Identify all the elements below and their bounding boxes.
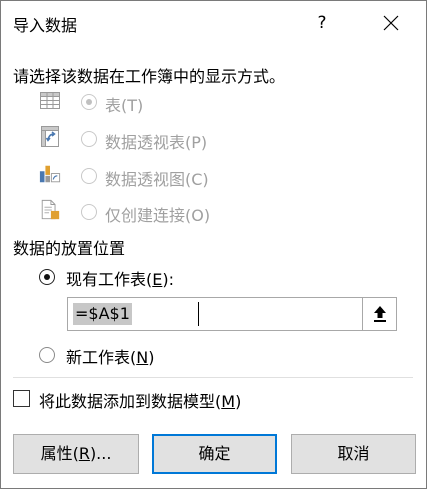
- close-icon: [383, 15, 399, 31]
- pivot-chart-option-label: 数据透视图(C): [105, 170, 209, 189]
- help-button[interactable]: ?: [307, 7, 337, 39]
- add-to-data-model-checkbox[interactable]: [13, 390, 30, 407]
- close-button[interactable]: [373, 7, 409, 39]
- connection-only-radio[interactable]: [81, 204, 97, 220]
- dialog-title: 导入数据: [13, 16, 78, 35]
- table-radio[interactable]: [81, 94, 97, 110]
- text-caret: [198, 302, 199, 326]
- pivot-table-option-label: 数据透视表(P): [105, 133, 208, 152]
- pivot-chart-radio[interactable]: [81, 168, 97, 184]
- pivot-table-radio[interactable]: [81, 131, 97, 147]
- add-to-data-model-label[interactable]: 将此数据添加到数据模型(M): [39, 388, 241, 412]
- existing-sheet-radio[interactable]: [39, 269, 55, 285]
- existing-sheet-label: 现有工作表(E):: [66, 270, 174, 289]
- cell-reference-input[interactable]: =$A$1: [67, 297, 397, 331]
- title-bar: 导入数据 ?: [1, 1, 426, 45]
- table-option-label: 表(T): [105, 96, 144, 115]
- pivot-chart-icon: [39, 165, 61, 183]
- cell-reference-value: =$A$1: [73, 303, 132, 325]
- new-sheet-label: 新工作表(N): [66, 348, 155, 367]
- connection-only-option-label: 仅创建连接(O): [105, 206, 211, 225]
- placement-section-title: 数据的放置位置: [13, 239, 126, 258]
- table-icon: [40, 92, 60, 109]
- collapse-dialog-button[interactable]: [362, 298, 396, 330]
- cancel-button[interactable]: 取消: [291, 434, 416, 474]
- connection-only-icon: [41, 199, 60, 220]
- range-select-up-arrow-icon: [374, 306, 386, 322]
- display-mode-prompt: 请选择该数据在工作簿中的显示方式。: [13, 67, 286, 86]
- option-new-sheet[interactable]: 新工作表(N): [39, 343, 199, 369]
- properties-button[interactable]: 属性(R)...: [13, 434, 139, 474]
- divider: [13, 377, 413, 378]
- ok-button[interactable]: 确定: [152, 434, 277, 474]
- new-sheet-radio[interactable]: [39, 347, 55, 363]
- pivot-table-icon: [41, 126, 59, 147]
- import-data-dialog: 导入数据 ? 请选择该数据在工作簿中的显示方式。 表(T) 数据透视表(P) 数…: [0, 0, 427, 489]
- option-existing-sheet[interactable]: 现有工作表(E):: [39, 265, 239, 291]
